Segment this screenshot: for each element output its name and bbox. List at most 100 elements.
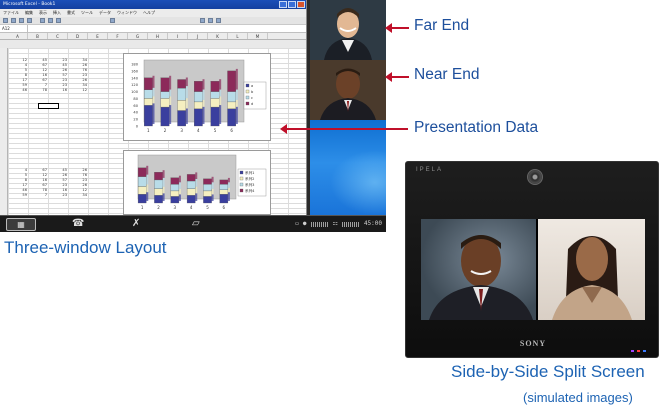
bar-segment-side <box>185 86 188 99</box>
menu-item-view[interactable]: 表示 <box>39 9 47 17</box>
table-cell[interactable]: 16 <box>50 88 70 93</box>
table-cell[interactable]: 7 <box>30 193 50 198</box>
mute-icon[interactable]: ✗ <box>132 218 140 230</box>
chart-wizard-icon[interactable] <box>110 18 115 23</box>
selected-cell[interactable] <box>38 103 59 109</box>
table-row[interactable]: 59 7 23 34 <box>10 193 110 198</box>
column-header[interactable]: H <box>148 33 168 39</box>
legend-label: 系列1 <box>245 170 254 175</box>
bar-segment-side <box>146 174 149 185</box>
menu-item-data[interactable]: データ <box>99 9 111 17</box>
menu-item-help[interactable]: ヘルプ <box>143 9 155 17</box>
bar-segment <box>137 194 147 204</box>
print-icon[interactable] <box>27 18 32 23</box>
bar-segment-side <box>211 188 214 195</box>
column-header[interactable]: K <box>208 33 228 39</box>
chart-2[interactable]: 1 2 3 4 5 6 系列1 系列2 系列3 系列4 <box>123 150 271 215</box>
x-tick-label: 2 <box>157 205 160 210</box>
legend-swatch <box>239 176 244 181</box>
bar-segment-side <box>219 96 222 106</box>
document-icon[interactable]: ▱ <box>192 218 200 230</box>
column-header[interactable]: G <box>128 33 148 39</box>
maximize-button[interactable] <box>288 1 296 8</box>
y-tick-label: 100 <box>131 90 139 94</box>
far-end-label: Far End <box>414 17 470 34</box>
menu-item-tools[interactable]: ツール <box>81 9 93 17</box>
table-cell[interactable]: 12 <box>70 88 90 93</box>
close-button[interactable] <box>297 1 305 8</box>
x-tick-label: 1 <box>147 128 150 133</box>
indicator-lights <box>631 350 646 352</box>
table-cell[interactable]: 23 <box>50 193 70 198</box>
chart-1[interactable]: 1 2 3 4 5 6 0 20 40 60 80 100 120 140 160 180 a b c d <box>123 53 271 141</box>
spreadsheet-icon[interactable]: ▦ <box>6 218 36 231</box>
x-tick-label: 5 <box>214 128 217 133</box>
phone-icon[interactable]: ☎ <box>72 218 84 230</box>
save-icon[interactable] <box>19 18 24 23</box>
column-header[interactable]: C <box>48 33 68 39</box>
legend-swatch <box>245 83 250 88</box>
bar-segment <box>227 101 236 109</box>
table-cell[interactable]: 78 <box>30 88 50 93</box>
table-row[interactable]: 46 78 16 12 <box>10 88 110 93</box>
column-header[interactable]: J <box>188 33 208 39</box>
chart-2-plot: 1 2 3 4 5 6 系列1系列2系列3系列4 <box>137 154 267 210</box>
bar-segment <box>203 190 212 197</box>
menu-item-window[interactable]: ウィンドウ <box>117 9 137 17</box>
open-file-icon[interactable] <box>11 18 16 23</box>
bar-segment <box>186 174 196 182</box>
bar-segment <box>194 108 203 127</box>
column-header[interactable]: I <box>168 33 188 39</box>
data-table-2[interactable]: 4 67 45 26 5 12 26 76 8 16 57 23 17 67 23 26 46 78 16 12 59 7… <box>10 168 110 198</box>
legend-label: 系列4 <box>245 188 255 193</box>
brand-top: IPELA <box>416 167 444 173</box>
bar-segment <box>186 188 196 196</box>
bar-segment <box>154 195 163 204</box>
bar-segment <box>186 180 196 189</box>
paste-icon[interactable] <box>56 18 61 23</box>
man-video-image <box>429 235 533 320</box>
bar-segment-side <box>195 172 198 179</box>
cut-icon[interactable] <box>40 18 45 23</box>
bar-segment-side <box>227 177 230 183</box>
italic-icon[interactable] <box>208 18 213 23</box>
name-box[interactable]: A12 <box>0 25 28 32</box>
column-header[interactable]: L <box>228 33 248 39</box>
bar-segment <box>160 106 170 127</box>
menu-item-edit[interactable]: 編集 <box>25 9 33 17</box>
menu-item-insert[interactable]: 挿入 <box>53 9 61 17</box>
column-header[interactable]: B <box>28 33 48 39</box>
bar-segment <box>160 98 170 108</box>
menu-item-format[interactable]: 書式 <box>67 9 75 17</box>
table-cell[interactable]: 34 <box>70 193 90 198</box>
minimize-button[interactable] <box>279 1 287 8</box>
bar-segment <box>177 110 186 127</box>
woman-video-image <box>552 236 632 320</box>
bar-segment-side <box>195 193 198 201</box>
bar-segment-side <box>146 165 149 175</box>
bar-segment-side <box>162 177 165 187</box>
underline-icon[interactable] <box>216 18 221 23</box>
x-tick-label: 4 <box>190 205 193 210</box>
column-header[interactable]: D <box>68 33 88 39</box>
table-cell[interactable]: 46 <box>10 88 30 93</box>
column-header[interactable]: M <box>248 33 268 39</box>
copy-icon[interactable] <box>48 18 53 23</box>
column-header[interactable]: A <box>8 33 28 39</box>
y-tick-label: 80 <box>133 97 138 101</box>
new-file-icon[interactable] <box>3 18 8 23</box>
indicator-light <box>643 350 646 352</box>
data-table-1[interactable]: 12 45 23 34 4 67 45 26 5 12 26 76 8 16 57 23 17 67 23 26 59 7… <box>10 58 110 93</box>
bold-icon[interactable] <box>200 18 205 23</box>
y-tick-label: 140 <box>131 76 139 80</box>
bar-segment-side <box>235 68 238 90</box>
table-cell[interactable]: 59 <box>10 193 30 198</box>
bar-segment <box>160 91 170 99</box>
bar-segment <box>137 186 147 195</box>
bar-segment-side <box>169 75 172 90</box>
column-header[interactable]: E <box>88 33 108 39</box>
bar-segment-side <box>178 175 181 183</box>
row-headers[interactable] <box>0 48 8 215</box>
menu-item-file[interactable]: ファイル <box>3 9 19 17</box>
column-header[interactable]: F <box>108 33 128 39</box>
